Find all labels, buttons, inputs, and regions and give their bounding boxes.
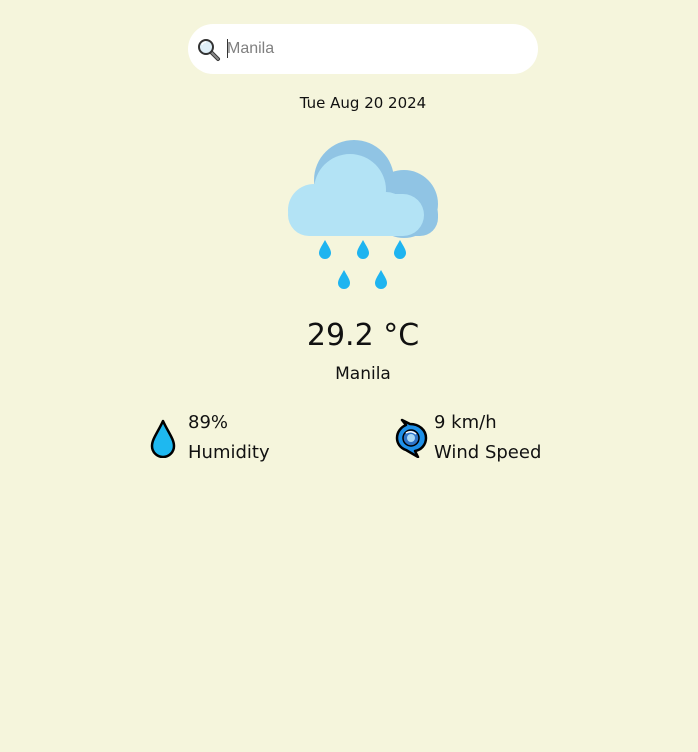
humidity-value: 89% <box>188 412 229 433</box>
date-label: Tue Aug 20 2024 <box>299 94 427 112</box>
rain-cloud-icon <box>286 138 440 296</box>
temperature-value: 29.2 °C <box>306 318 420 353</box>
text-caret <box>227 39 228 58</box>
city-name: Manila <box>335 364 391 384</box>
humidity-stat: 89% Humidity <box>148 410 348 470</box>
wind-stat: 9 km/h Wind Speed <box>394 410 594 470</box>
search-bar[interactable] <box>188 24 538 74</box>
humidity-label: Humidity <box>188 442 270 463</box>
droplet-icon <box>148 418 182 459</box>
wind-icon <box>394 418 428 459</box>
search-icon[interactable] <box>197 38 221 62</box>
wind-label: Wind Speed <box>434 442 542 463</box>
search-input[interactable] <box>227 34 517 64</box>
wind-value: 9 km/h <box>434 412 497 433</box>
